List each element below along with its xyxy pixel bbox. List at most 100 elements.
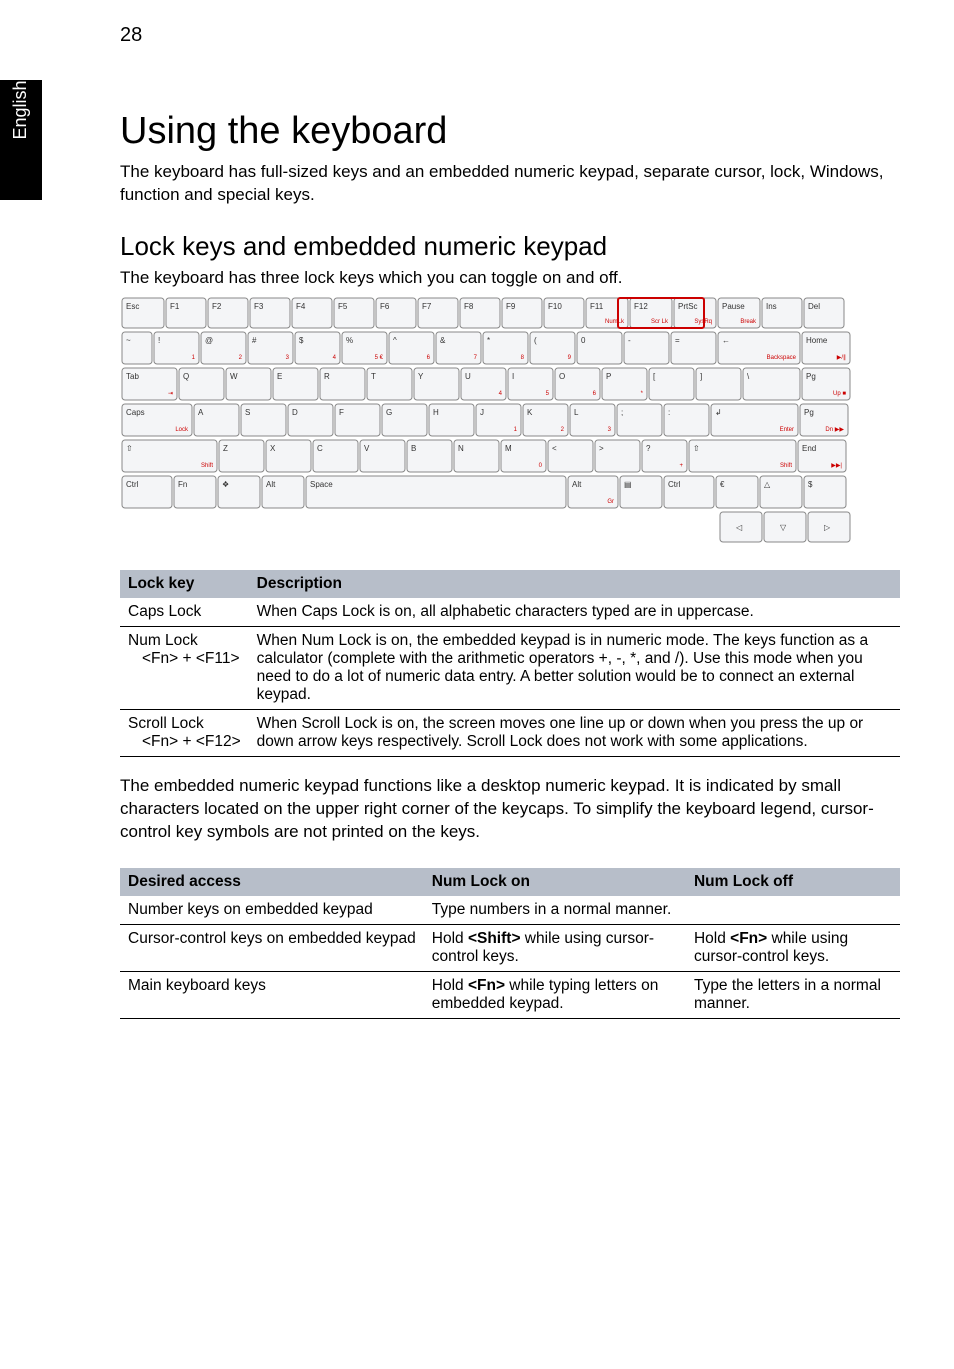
svg-text:Ctrl: Ctrl [668,480,681,489]
svg-text::: : [668,408,670,417]
svg-text:T: T [371,372,376,381]
svg-text:▤: ▤ [624,480,632,489]
access-table: Desired access Num Lock on Num Lock off … [120,868,900,1019]
svg-text:Y: Y [418,372,424,381]
svg-text:Pg: Pg [804,408,814,417]
svg-text:△: △ [764,480,771,489]
svg-text:Backspace: Backspace [767,355,797,361]
access-col-2 [686,896,900,925]
svg-text:F5: F5 [338,302,348,311]
svg-text:↲: ↲ [715,408,722,417]
page-title: Using the keyboard [120,110,894,153]
svg-text:%: % [346,336,353,345]
svg-text:❖: ❖ [222,480,229,489]
svg-text:Esc: Esc [126,302,139,311]
svg-text:H: H [433,408,439,417]
svg-text:Scr Lk: Scr Lk [651,319,669,325]
svg-text:End: End [802,444,816,453]
svg-text:D: D [292,408,298,417]
access-col-2: Type the letters in a normal manner. [686,971,900,1018]
access-th-2: Num Lock off [686,868,900,896]
lock-key-cell: Caps Lock [120,598,249,627]
lock-key-cell: Scroll Lock<Fn> + <F12> [120,709,249,756]
svg-text:!: ! [158,336,160,345]
svg-text:R: R [324,372,330,381]
svg-text:F6: F6 [380,302,390,311]
svg-text:K: K [527,408,533,417]
svg-text:J: J [480,408,484,417]
svg-text:A: A [198,408,204,417]
intro-text: The keyboard has full-sized keys and an … [120,161,894,207]
svg-text:V: V [364,444,370,453]
lock-th-desc: Description [249,570,900,598]
svg-text:W: W [230,372,238,381]
svg-text:▶▶|: ▶▶| [831,463,842,469]
section-subtext: The keyboard has three lock keys which y… [120,268,894,288]
svg-text:◁: ◁ [736,523,743,532]
svg-text:F1: F1 [170,302,180,311]
access-col-1: Hold <Shift> while using cursor-control … [424,924,686,971]
svg-text:Pg: Pg [806,372,816,381]
svg-text:F: F [339,408,344,417]
svg-text:=: = [675,336,680,345]
svg-text:Break: Break [740,319,757,325]
lock-desc-cell: When Caps Lock is on, all alphabetic cha… [249,598,900,627]
svg-text:F11: F11 [590,302,604,311]
access-col-1: Type numbers in a normal manner. [424,896,686,925]
svg-text:F12: F12 [634,302,648,311]
svg-text:I: I [512,372,514,381]
access-col-0: Cursor-control keys on embedded keypad [120,924,424,971]
svg-text:Q: Q [183,372,189,381]
svg-text:Enter: Enter [780,427,794,433]
svg-text:PrtSc: PrtSc [678,302,698,311]
keyboard-diagram: .k{fill:#f4f5f7;stroke:#888;stroke-width… [120,296,900,556]
lock-desc-cell: When Num Lock is on, the embedded keypad… [249,626,900,709]
svg-text:Caps: Caps [126,408,145,417]
svg-text:O: O [559,372,565,381]
svg-text:Ctrl: Ctrl [126,480,139,489]
svg-text:>: > [599,444,604,453]
svg-text:Space: Space [310,480,333,489]
svg-text:Pause: Pause [722,302,745,311]
svg-text:;: ; [621,408,623,417]
svg-text:Z: Z [223,444,228,453]
svg-text:▽: ▽ [780,523,787,532]
svg-text:Alt: Alt [572,480,582,489]
svg-text:F3: F3 [254,302,264,311]
svg-text:-: - [628,336,631,345]
svg-text:B: B [411,444,416,453]
svg-text:F2: F2 [212,302,222,311]
svg-text:⇥: ⇥ [168,391,173,397]
svg-text:▶/∥: ▶/∥ [837,354,846,361]
svg-text:Ins: Ins [766,302,777,311]
svg-text:G: G [386,408,392,417]
svg-text:Tab: Tab [126,372,139,381]
svg-text:F7: F7 [422,302,432,311]
svg-text:NumLk: NumLk [605,319,625,325]
svg-text:#: # [252,336,257,345]
svg-text:U: U [465,372,471,381]
svg-text:0: 0 [581,336,586,345]
svg-text:Gr: Gr [607,499,614,505]
svg-text:F8: F8 [464,302,474,311]
language-tab: English [0,80,42,200]
svg-text:F9: F9 [506,302,516,311]
svg-text:←: ← [722,336,730,345]
svg-text:F10: F10 [548,302,562,311]
svg-text:@: @ [205,336,213,345]
svg-text:Del: Del [808,302,820,311]
access-col-2: Hold <Fn> while using cursor-control key… [686,924,900,971]
access-col-0: Number keys on embedded keypad [120,896,424,925]
language-tab-label: English [10,50,31,170]
svg-text:(: ( [534,336,537,345]
svg-text:]: ] [700,372,702,381]
svg-text:5 €: 5 € [375,355,384,361]
access-col-1: Hold <Fn> while typing letters on embedd… [424,971,686,1018]
access-th-1: Num Lock on [424,868,686,896]
svg-text:Shift: Shift [201,463,213,469]
svg-text:$: $ [299,336,304,345]
svg-text:?: ? [646,444,651,453]
svg-text:E: E [277,372,282,381]
svg-text:N: N [458,444,464,453]
svg-text:Lock: Lock [175,427,189,433]
